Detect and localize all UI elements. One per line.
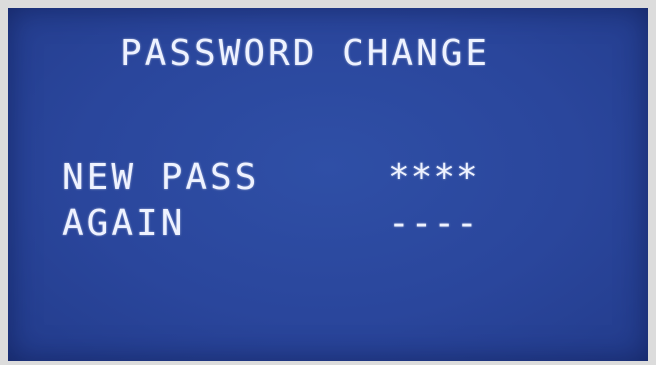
new-pass-field[interactable]: **** (388, 158, 479, 198)
again-field[interactable]: ---- (388, 204, 479, 244)
monitor-bezel: PASSWORD CHANGE NEW PASS **** AGAIN ---- (0, 0, 656, 365)
again-label: AGAIN (62, 203, 186, 244)
page-title: PASSWORD CHANGE (120, 33, 491, 74)
osd-screen: PASSWORD CHANGE NEW PASS **** AGAIN ---- (8, 8, 648, 361)
new-pass-label: NEW PASS (62, 157, 260, 198)
